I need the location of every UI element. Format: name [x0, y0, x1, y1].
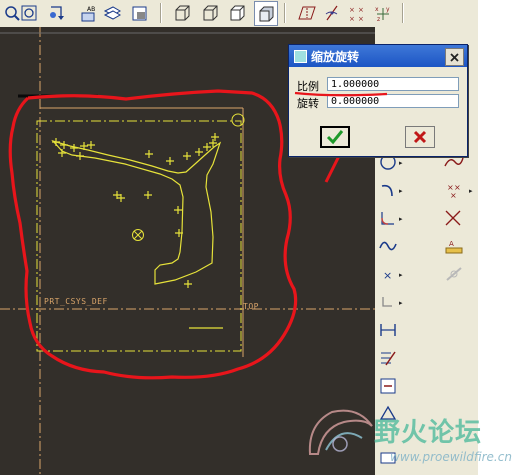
datum-planes-icon[interactable]	[296, 2, 318, 24]
watermark-logo	[308, 409, 373, 455]
svg-text:z: z	[377, 16, 380, 22]
scale-rotate-dialog: 缩放旋转 比例 1.000000 旋转 0.000000	[288, 44, 468, 157]
reorient-icon[interactable]	[45, 2, 67, 24]
svg-text:AB: AB	[87, 6, 95, 13]
layers-icon[interactable]	[101, 2, 123, 24]
zoom-fit-icon[interactable]	[18, 2, 40, 24]
point-icon[interactable]: × × ×	[443, 179, 465, 201]
sketch-center-mark	[132, 229, 144, 241]
dialog-title: 缩放旋转	[311, 50, 360, 64]
top-toolbar: AB × × × × xyz	[0, 0, 512, 28]
svg-text:×: ×	[349, 15, 355, 22]
svg-text:×: ×	[358, 6, 364, 14]
line-icon[interactable]	[377, 291, 399, 313]
no-hidden-icon[interactable]	[226, 2, 248, 24]
checkmark-icon	[326, 130, 344, 145]
dimension-icon[interactable]	[377, 319, 399, 341]
sketch-profile	[51, 139, 222, 285]
text-icon[interactable]: A	[443, 235, 465, 257]
sine-icon[interactable]	[377, 235, 399, 257]
x-point-icon[interactable]: ×	[377, 263, 399, 285]
svg-text:x: x	[375, 6, 379, 13]
datum-plane-label: TOP	[243, 302, 259, 311]
watermark-url: www.proewildfire.cn	[390, 450, 512, 464]
shading-icon[interactable]	[254, 1, 278, 26]
constraint-icon[interactable]	[377, 375, 399, 397]
dialog-titlebar[interactable]: 缩放旋转	[289, 45, 467, 67]
hidden-line-icon[interactable]	[199, 2, 221, 24]
modify-icon[interactable]	[377, 347, 399, 369]
corner-marker	[231, 113, 245, 127]
svg-text:y: y	[386, 6, 390, 13]
right-margin	[478, 0, 512, 475]
red-circle-markup	[8, 89, 298, 380]
mirror-icon[interactable]	[443, 263, 465, 285]
coordinate-systems-icon[interactable]: xyz	[372, 2, 394, 24]
csys-label: PRT_CSYS_DEF	[44, 297, 108, 306]
watermark-brand: 野火论坛	[374, 418, 483, 448]
svg-text:A: A	[449, 240, 454, 248]
close-icon[interactable]	[445, 48, 464, 66]
red-underline-markup	[294, 91, 388, 97]
wireframe-icon[interactable]	[171, 2, 193, 24]
rotate-label: 旋转	[297, 97, 319, 110]
view-manager-icon[interactable]	[129, 2, 151, 24]
cancel-button[interactable]	[405, 126, 435, 148]
datum-axes-icon[interactable]	[321, 2, 343, 24]
arc-icon[interactable]	[377, 179, 399, 201]
ok-button[interactable]	[320, 126, 350, 148]
datum-points-icon[interactable]: × × × ×	[346, 2, 368, 24]
svg-text:×: ×	[358, 15, 364, 22]
svg-text:×: ×	[450, 191, 457, 200]
saved-view-icon[interactable]: AB	[78, 2, 100, 24]
svg-text:×: ×	[383, 269, 392, 282]
scale-input[interactable]: 1.000000	[327, 77, 459, 91]
x-cancel-icon	[413, 130, 427, 144]
fillet-icon[interactable]	[377, 207, 399, 229]
trim-icon[interactable]	[443, 207, 465, 229]
dialog-app-icon	[294, 50, 307, 63]
sketch-points	[52, 133, 219, 288]
svg-text:×: ×	[349, 6, 355, 14]
